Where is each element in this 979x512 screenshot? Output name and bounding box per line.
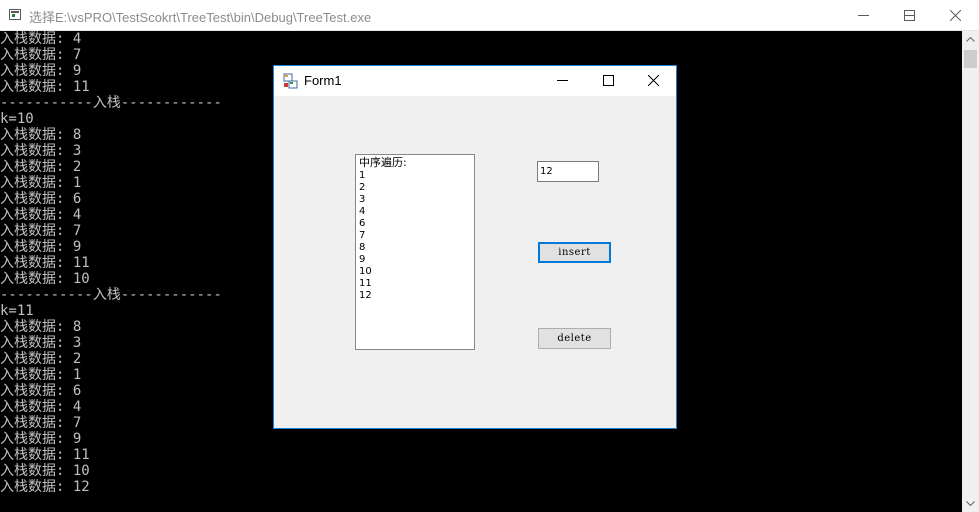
listbox-item[interactable]: 11: [359, 278, 474, 290]
listbox-item[interactable]: 10: [359, 266, 474, 278]
maximize-icon: [903, 9, 915, 21]
form1-maximize-button[interactable]: [585, 66, 631, 95]
console-close-button[interactable]: [932, 0, 978, 30]
console-line: 入栈数据: 12: [0, 479, 90, 495]
form1-title: Form1: [304, 73, 342, 88]
console-line: 入栈数据: 10: [0, 463, 90, 479]
console-scrollbar[interactable]: [962, 31, 979, 512]
chevron-up-icon: [966, 37, 975, 42]
listbox-item[interactable]: 6: [359, 218, 474, 230]
console-window-title: 选择E:\vsPRO\TestScokrt\TreeTest\bin\Debug…: [29, 10, 372, 25]
console-maximize-button[interactable]: [886, 0, 932, 30]
console-line: 入栈数据: 9: [0, 431, 82, 447]
listbox-item[interactable]: 12: [359, 290, 474, 302]
close-icon: [647, 75, 659, 86]
minimize-icon: [857, 14, 869, 16]
chevron-down-icon: [966, 501, 975, 506]
console-line: 入栈数据: 4: [0, 31, 82, 47]
minimize-icon: [556, 80, 568, 81]
form1-titlebar: Form1: [274, 66, 676, 96]
listbox-item[interactable]: 8: [359, 242, 474, 254]
form1-close-button[interactable]: [630, 66, 676, 95]
delete-button[interactable]: delete: [538, 328, 611, 349]
value-input[interactable]: [537, 161, 599, 182]
form1-window: Form1 中序遍历: 12346789101112 insert delete: [273, 65, 677, 429]
maximize-icon: [602, 75, 614, 86]
console-minimize-button-2[interactable]: [840, 0, 886, 30]
listbox-item[interactable]: 7: [359, 230, 474, 242]
winforms-app-icon: [283, 73, 298, 89]
listbox-item[interactable]: 3: [359, 194, 474, 206]
close-icon: [949, 9, 961, 21]
scroll-down-button[interactable]: [962, 495, 979, 512]
listbox-item[interactable]: 1: [359, 170, 474, 182]
console-titlebar: 选择E:\vsPRO\TestScokrt\TreeTest\bin\Debug…: [0, 0, 979, 31]
listbox-header[interactable]: 中序遍历:: [359, 156, 474, 170]
scroll-thumb[interactable]: [964, 50, 977, 68]
listbox-item[interactable]: 2: [359, 182, 474, 194]
console-line: 入栈数据: 11: [0, 447, 90, 463]
console-line: 入栈数据: 7: [0, 47, 82, 63]
inorder-listbox[interactable]: 中序遍历: 1 2 3 4 6 7 8 9 10 11 12: [355, 154, 475, 350]
scroll-up-button[interactable]: [962, 31, 979, 48]
listbox-item[interactable]: 4: [359, 206, 474, 218]
form1-minimize-button[interactable]: [539, 66, 585, 95]
insert-button[interactable]: insert: [538, 242, 611, 263]
listbox-items: 1 2 3 4 6 7 8 9 10 11 12: [359, 170, 474, 302]
listbox-item[interactable]: 9: [359, 254, 474, 266]
console-app-icon: [9, 9, 21, 20]
